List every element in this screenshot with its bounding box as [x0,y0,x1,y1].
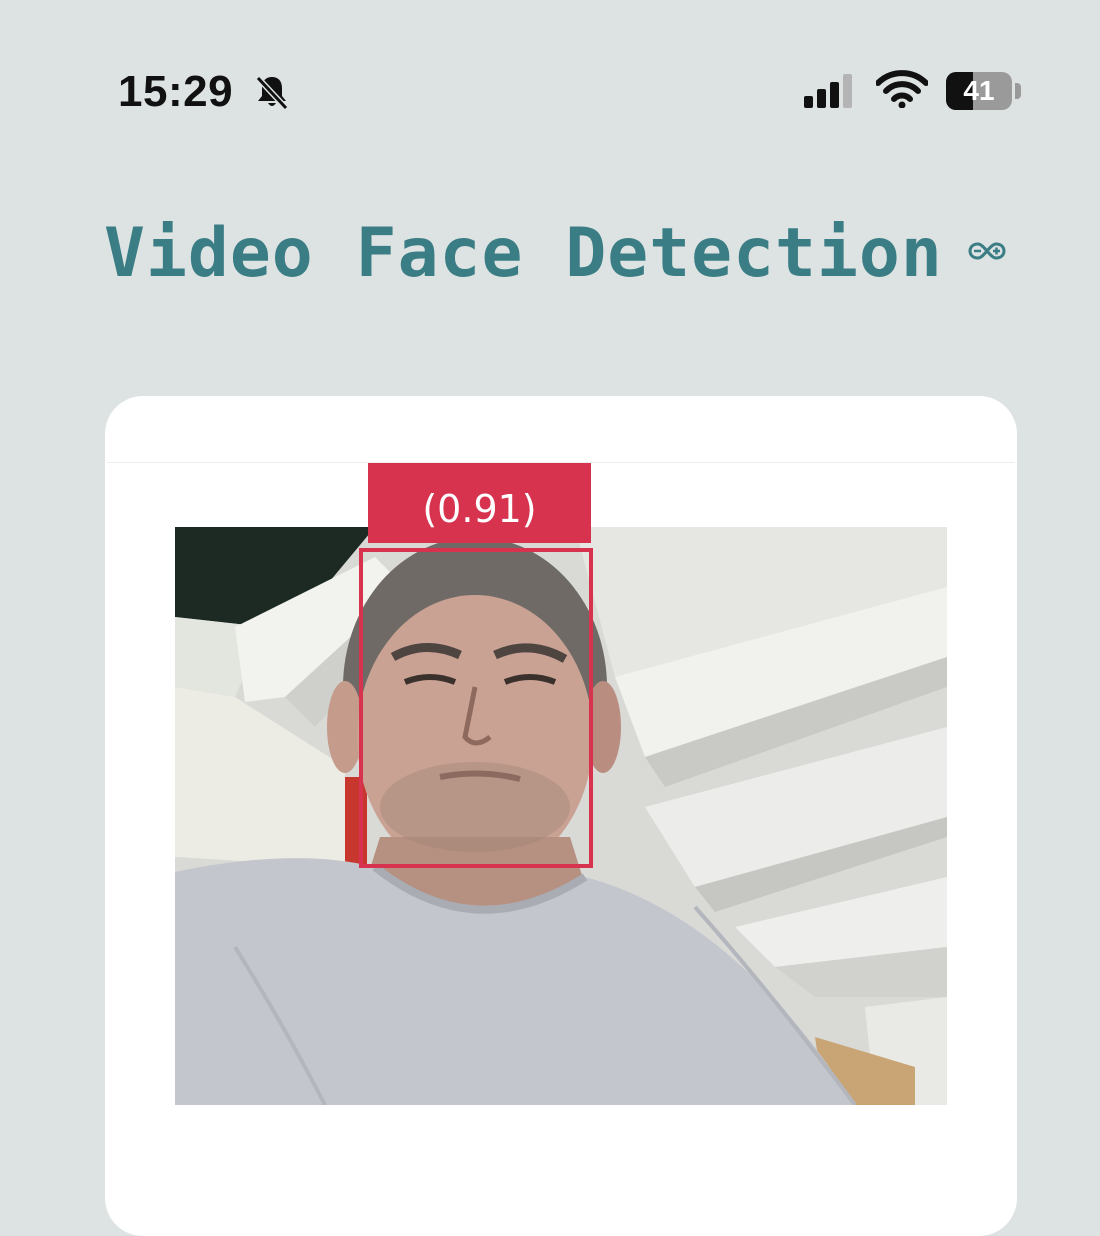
page-title: Video Face Detection [104,214,943,293]
status-time: 15:29 [118,67,234,116]
wifi-icon [876,70,928,108]
face-detection-box [359,548,593,868]
detection-confidence-label: (0.91) [368,463,591,543]
bell-slash-icon [255,75,289,111]
infinity-icon [968,242,1006,260]
battery-cap [1015,83,1021,99]
battery-icon: 41 [946,72,1012,110]
battery-percentage: 41 [963,75,995,106]
cellular-signal-icon [804,74,852,108]
